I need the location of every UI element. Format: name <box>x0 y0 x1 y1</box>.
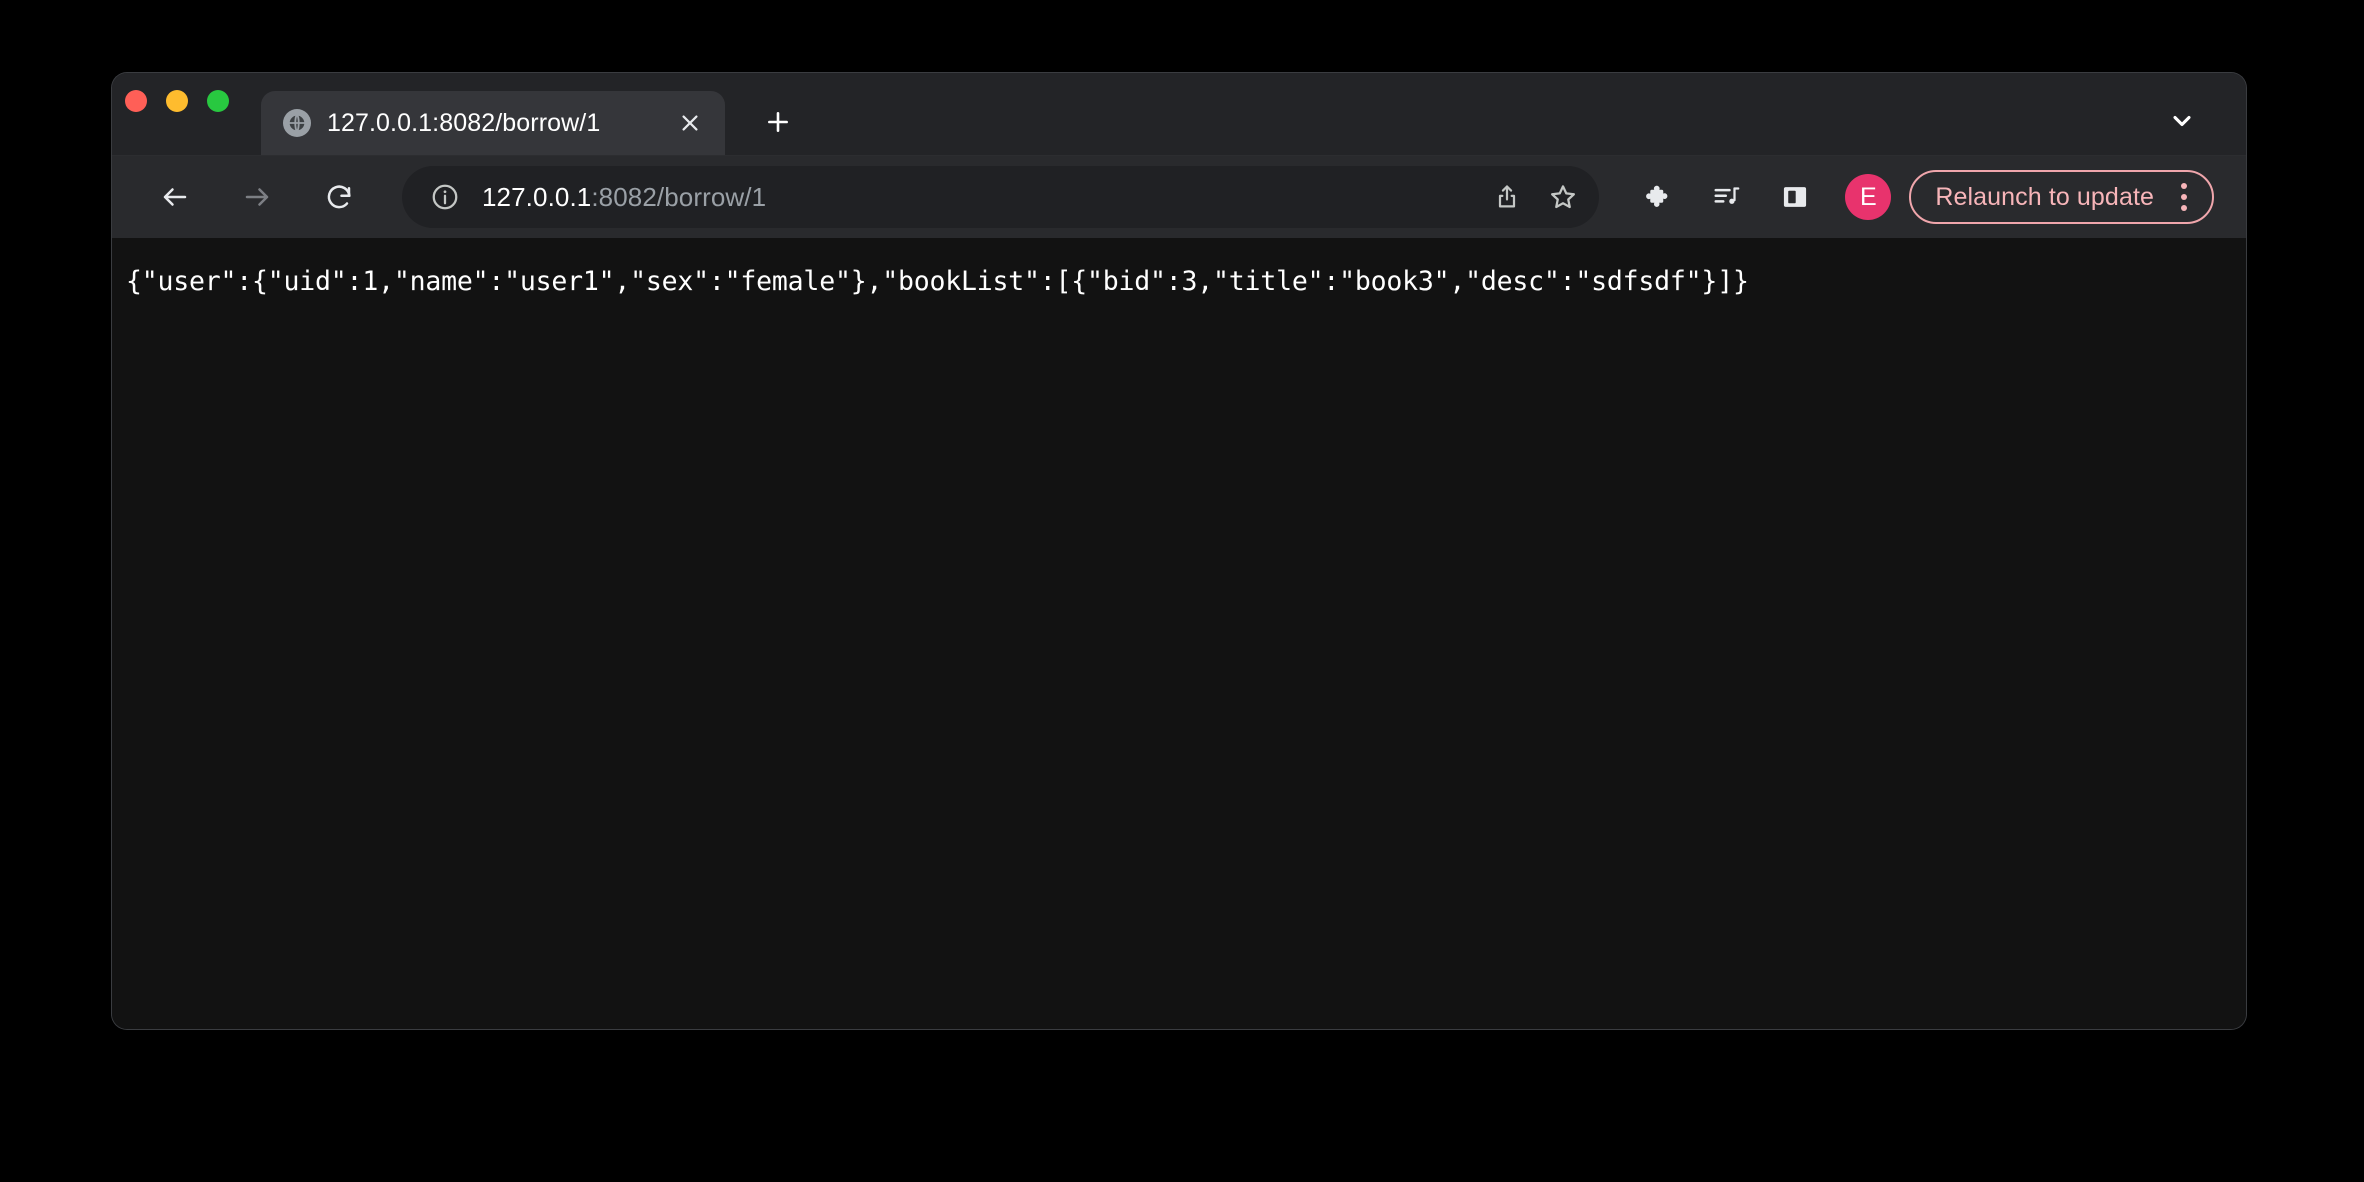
browser-tab-active[interactable]: 127.0.0.1:8082/borrow/1 <box>261 91 725 155</box>
share-icon[interactable] <box>1479 169 1535 225</box>
close-tab-button[interactable] <box>673 106 707 140</box>
chevron-down-icon[interactable] <box>2152 91 2212 151</box>
minimize-window-button[interactable] <box>166 90 188 112</box>
url-path: :8082/borrow/1 <box>591 181 767 212</box>
info-circle-icon[interactable] <box>426 178 464 216</box>
globe-icon <box>283 109 311 137</box>
tab-strip-empty-area <box>809 73 2152 155</box>
back-arrow-icon[interactable] <box>144 166 206 228</box>
three-dots-vertical-icon[interactable] <box>2164 175 2204 219</box>
star-icon[interactable] <box>1535 169 1591 225</box>
browser-window: 127.0.0.1:8082/borrow/1 127.0.0.1:8082/b… <box>112 73 2246 1029</box>
tab-title: 127.0.0.1:8082/borrow/1 <box>327 108 601 137</box>
puzzle-piece-icon[interactable] <box>1629 167 1689 227</box>
maximize-window-button[interactable] <box>207 90 229 112</box>
url-host: 127.0.0.1 <box>482 181 592 212</box>
side-panel-icon[interactable] <box>1765 167 1825 227</box>
tab-strip: 127.0.0.1:8082/borrow/1 <box>112 73 2246 155</box>
forward-arrow-icon[interactable] <box>226 166 288 228</box>
media-music-list-icon[interactable] <box>1697 167 1757 227</box>
close-window-button[interactable] <box>125 90 147 112</box>
avatar[interactable]: E <box>1845 174 1892 220</box>
reload-icon[interactable] <box>308 166 370 228</box>
page-content-area: {"user":{"uid":1,"name":"user1","sex":"f… <box>112 238 2246 1029</box>
new-tab-button[interactable] <box>747 91 809 153</box>
browser-toolbar: 127.0.0.1:8082/borrow/1 E Relaunch to up… <box>112 155 2246 238</box>
relaunch-to-update-button[interactable]: Relaunch to update <box>1909 170 2214 224</box>
address-bar[interactable]: 127.0.0.1:8082/borrow/1 <box>402 166 1600 228</box>
window-controls <box>112 73 229 155</box>
json-response-body: {"user":{"uid":1,"name":"user1","sex":"f… <box>126 266 1749 297</box>
address-bar-url[interactable]: 127.0.0.1:8082/borrow/1 <box>482 182 1479 213</box>
relaunch-label: Relaunch to update <box>1935 182 2154 211</box>
